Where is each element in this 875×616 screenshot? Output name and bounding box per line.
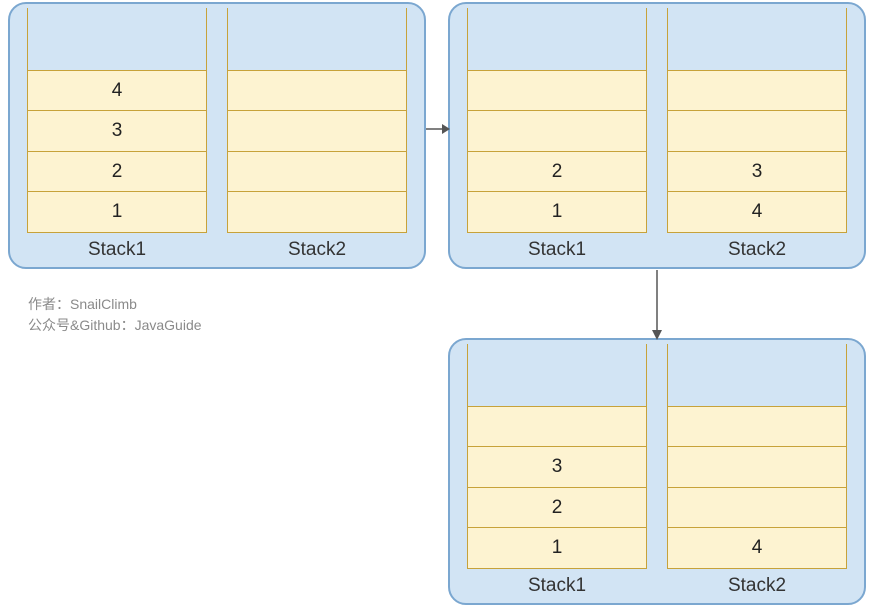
stack-slot: 2 [28, 151, 206, 193]
stack-slot [468, 406, 646, 448]
stack-slot: 2 [468, 487, 646, 529]
stack-label: Stack1 [528, 239, 586, 261]
credit-line: 公众号&Github：JavaGuide [28, 315, 202, 336]
stack-slot [668, 406, 846, 448]
stack-slot: 1 [28, 191, 206, 233]
stack-container: 4 3 2 1 [27, 8, 207, 233]
stack-label: Stack2 [728, 239, 786, 261]
stack-slot [228, 191, 406, 233]
panel-3-stack2: 4 Stack2 [667, 344, 847, 597]
stack-slot: 3 [28, 110, 206, 152]
panel-2-stack2: 3 4 Stack2 [667, 8, 847, 261]
stack-slot [468, 70, 646, 112]
stack-container: 4 [667, 344, 847, 569]
stack-slot: 3 [668, 151, 846, 193]
stack-label: Stack2 [728, 575, 786, 597]
arrow-right-icon [426, 120, 450, 138]
stack-container: 3 4 [667, 8, 847, 233]
stack-slot [668, 110, 846, 152]
stack-slot: 4 [28, 70, 206, 112]
stack-slot: 2 [468, 151, 646, 193]
credit-block: 作者：SnailClimb 公众号&Github：JavaGuide [28, 294, 202, 336]
panel-2-stack1: 2 1 Stack1 [467, 8, 647, 261]
arrow-down-icon [648, 270, 666, 340]
stack-slot [468, 110, 646, 152]
panel-3: 3 2 1 Stack1 4 Stack2 [448, 338, 866, 605]
stack-container [227, 8, 407, 233]
stack-slot [228, 151, 406, 193]
panel-1: 4 3 2 1 Stack1 Stack2 [8, 2, 426, 269]
panel-2: 2 1 Stack1 3 4 Stack2 [448, 2, 866, 269]
credit-line: 作者：SnailClimb [28, 294, 202, 315]
stack-slot: 1 [468, 527, 646, 569]
stack-slot: 1 [468, 191, 646, 233]
stack-label: Stack1 [88, 239, 146, 261]
stack-label: Stack1 [528, 575, 586, 597]
panel-1-stack2: Stack2 [227, 8, 407, 261]
stack-slot [228, 70, 406, 112]
stack-slot [668, 446, 846, 488]
stack-slot: 4 [668, 527, 846, 569]
stack-label: Stack2 [288, 239, 346, 261]
stack-slot: 4 [668, 191, 846, 233]
stack-container: 3 2 1 [467, 344, 647, 569]
stack-container: 2 1 [467, 8, 647, 233]
stack-slot [668, 487, 846, 529]
stack-slot: 3 [468, 446, 646, 488]
panel-1-stack1: 4 3 2 1 Stack1 [27, 8, 207, 261]
panel-3-stack1: 3 2 1 Stack1 [467, 344, 647, 597]
stack-slot [668, 70, 846, 112]
stack-slot [228, 110, 406, 152]
